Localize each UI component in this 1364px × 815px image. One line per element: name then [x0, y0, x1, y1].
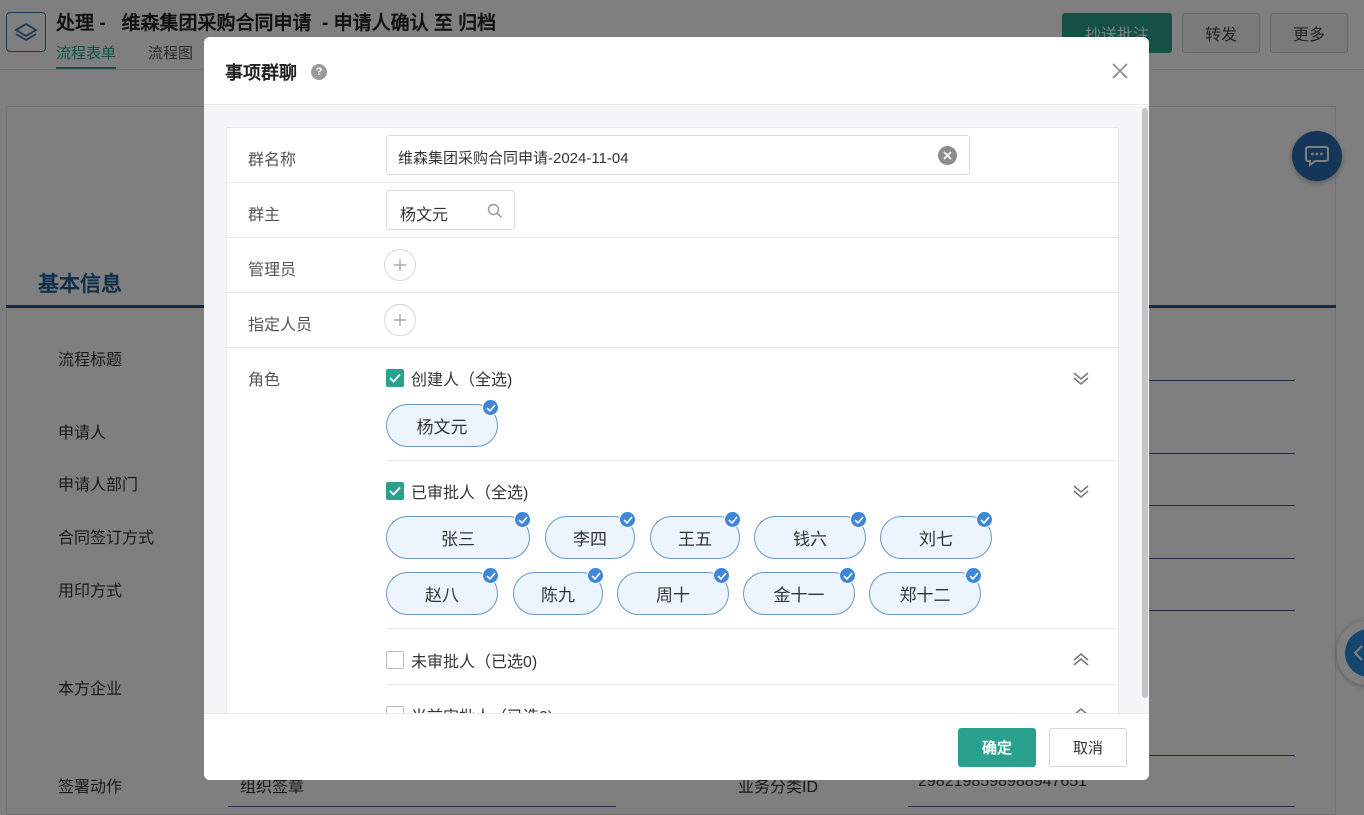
person-name: 杨文元 [416, 418, 468, 437]
plus-icon [394, 314, 406, 326]
close-icon[interactable] [1109, 60, 1131, 82]
check-badge-icon [839, 567, 856, 584]
row-members: 指定人员 [227, 293, 1118, 348]
group-divider [386, 628, 1117, 629]
double-chevron-down-icon[interactable] [1071, 481, 1091, 501]
person-chip[interactable]: 金十一 [743, 567, 856, 615]
person-chip[interactable]: 陈九 [513, 567, 604, 615]
person-name: 陈九 [541, 586, 575, 605]
row-group-name: 群名称 维森集团采购合同申请-2024-11-04 [227, 128, 1118, 183]
check-badge-icon [965, 567, 982, 584]
owner-label: 群主 [248, 207, 281, 224]
person-name: 张三 [441, 530, 475, 549]
person-name: 钱六 [793, 530, 827, 549]
clear-icon[interactable] [938, 146, 957, 165]
admins-label: 管理员 [248, 262, 297, 279]
role-group-name: 未审批人（已选0) [411, 654, 538, 671]
check-badge-icon [482, 399, 499, 416]
role-group-header[interactable]: 已审批人（全选) [386, 480, 528, 502]
role-group-name: 已审批人（全选) [411, 485, 529, 502]
group-divider [386, 460, 1117, 461]
role-group-header[interactable]: 当前审批人（已选0) [386, 704, 553, 713]
owner-input[interactable]: 杨文元 [386, 190, 515, 230]
role-group-header[interactable]: 未审批人（已选0) [386, 649, 537, 671]
checkbox-unchecked[interactable] [386, 706, 404, 713]
group-name-input[interactable]: 维森集团采购合同申请-2024-11-04 [386, 135, 970, 175]
modal-title: 事项群聊 [225, 63, 297, 83]
confirm-button[interactable]: 确定 [958, 728, 1036, 767]
check-badge-icon [482, 567, 499, 584]
check-badge-icon [587, 567, 604, 584]
person-name: 赵八 [425, 586, 459, 605]
modal-scrollbar[interactable] [1141, 106, 1148, 700]
person-name: 周十 [656, 586, 690, 605]
plus-icon [394, 259, 406, 271]
role-group-name: 创建人（全选) [411, 372, 513, 389]
row-admins: 管理员 [227, 238, 1118, 293]
double-chevron-down-icon[interactable] [1071, 368, 1091, 388]
checkbox-checked[interactable] [386, 369, 404, 387]
role-group-name: 当前审批人（已选0) [411, 703, 553, 713]
group-name-value: 维森集团采购合同申请-2024-11-04 [398, 150, 629, 167]
add-member-button[interactable] [384, 304, 416, 336]
check-badge-icon [713, 567, 730, 584]
roles-label: 角色 [248, 372, 281, 389]
members-label: 指定人员 [248, 317, 313, 334]
person-chip[interactable]: 钱六 [754, 511, 867, 559]
form-card: 群名称 维森集团采购合同申请-2024-11-04 群主 杨文元 管理员 指定人… [226, 127, 1119, 713]
double-chevron-up-icon[interactable] [1071, 705, 1091, 713]
person-chip[interactable]: 刘七 [880, 511, 993, 559]
person-chip[interactable]: 周十 [617, 567, 730, 615]
double-chevron-up-icon[interactable] [1071, 650, 1091, 670]
person-name: 刘七 [919, 530, 953, 549]
modal-header: 事项群聊 ? [204, 37, 1149, 105]
check-badge-icon [724, 511, 741, 528]
checkbox-checked[interactable] [386, 482, 404, 500]
person-name: 郑十二 [899, 586, 951, 605]
role-group-approved: 已审批人（全选) 张三 李四 王五 钱六 刘七 赵八 陈九 周十 金十一 郑十二 [386, 480, 1117, 630]
person-chip[interactable]: 张三 [386, 511, 531, 559]
role-group-header[interactable]: 创建人（全选) [386, 367, 512, 389]
person-chip[interactable]: 赵八 [386, 567, 499, 615]
modal-body: 群名称 维森集团采购合同申请-2024-11-04 群主 杨文元 管理员 指定人… [204, 106, 1149, 713]
group-divider [386, 684, 1117, 685]
person-name: 李四 [573, 530, 607, 549]
checkbox-unchecked[interactable] [386, 651, 404, 669]
check-badge-icon [619, 511, 636, 528]
group-name-label: 群名称 [248, 152, 297, 169]
group-chat-modal: 事项群聊 ? 群名称 维森集团采购合同申请-2024-11-04 群主 杨文元 … [204, 37, 1149, 780]
person-chip[interactable]: 杨文元 [386, 399, 499, 447]
person-chip[interactable]: 王五 [650, 511, 741, 559]
check-badge-icon [976, 511, 993, 528]
help-icon[interactable]: ? [311, 64, 327, 80]
role-group-pending: 未审批人（已选0) [386, 649, 1117, 679]
person-chip[interactable]: 李四 [545, 511, 636, 559]
scrollbar-thumb[interactable] [1142, 108, 1148, 698]
add-admin-button[interactable] [384, 249, 416, 281]
owner-value: 杨文元 [400, 207, 449, 224]
row-owner: 群主 杨文元 [227, 183, 1118, 238]
check-badge-icon [850, 511, 867, 528]
person-name: 金十一 [773, 586, 825, 605]
check-badge-icon [514, 511, 531, 528]
modal-footer: 确定 取消 [204, 713, 1149, 780]
cancel-button[interactable]: 取消 [1049, 728, 1127, 767]
search-icon[interactable] [487, 203, 503, 224]
role-group-creator: 创建人（全选) 杨文元 [386, 367, 1117, 467]
role-group-current: 当前审批人（已选0) [386, 704, 1117, 713]
person-chip[interactable]: 郑十二 [869, 567, 982, 615]
person-name: 王五 [678, 530, 712, 549]
